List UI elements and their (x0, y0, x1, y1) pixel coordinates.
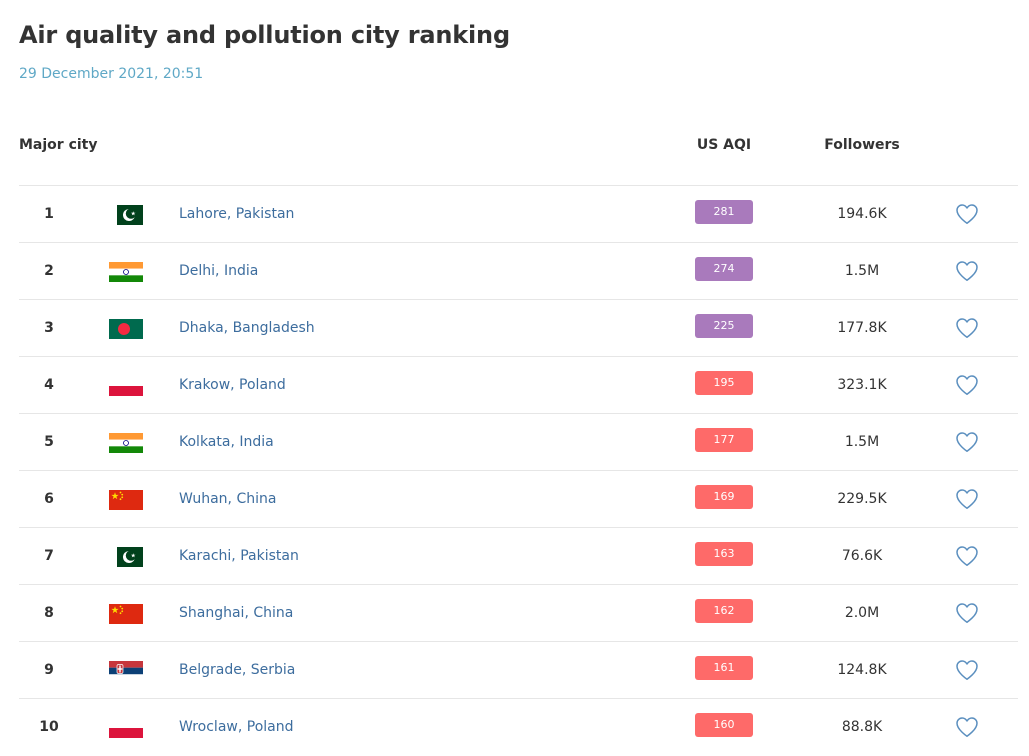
poland-flag-icon (109, 718, 143, 738)
china-flag-icon (109, 604, 143, 624)
heart-icon[interactable] (955, 260, 979, 282)
rank-number: 10 (39, 719, 59, 735)
heart-icon[interactable] (955, 374, 979, 396)
column-header-us-aqi: US AQI (696, 137, 752, 153)
serbia-flag-icon (109, 661, 143, 681)
heart-icon[interactable] (955, 545, 979, 567)
table-row[interactable]: 3 Dhaka, Bangladesh 225 177.8K (19, 299, 1018, 356)
aqi-badge: 225 (695, 314, 753, 338)
heart-icon[interactable] (955, 488, 979, 510)
india-flag-icon (109, 433, 143, 453)
rank-number: 1 (44, 206, 54, 222)
city-link[interactable]: Dhaka, Bangladesh (179, 300, 315, 356)
city-link[interactable]: Kolkata, India (179, 414, 274, 470)
city-link[interactable]: Wroclaw, Poland (179, 699, 293, 755)
aqi-badge: 160 (695, 713, 753, 737)
table-row[interactable]: 5 Kolkata, India 177 1.5M (19, 413, 1018, 470)
city-link[interactable]: Shanghai, China (179, 585, 293, 641)
rank-number: 7 (44, 548, 54, 564)
table-row[interactable]: 2 Delhi, India 274 1.5M (19, 242, 1018, 299)
aqi-badge: 195 (695, 371, 753, 395)
table-row[interactable]: 1 Lahore, Pakistan 281 194.6K (19, 185, 1018, 242)
aqi-badge: 162 (695, 599, 753, 623)
followers-count: 124.8K (837, 662, 887, 678)
table-row[interactable]: 10 Wroclaw, Poland 160 88.8K (19, 698, 1018, 755)
poland-flag-icon (109, 376, 143, 396)
followers-count: 1.5M (844, 263, 880, 279)
table-row[interactable]: 9 Belgrade, Serbia 161 124.8K (19, 641, 1018, 698)
followers-count: 88.8K (841, 719, 883, 735)
city-link[interactable]: Krakow, Poland (179, 357, 286, 413)
rank-number: 6 (44, 491, 54, 507)
page-title: Air quality and pollution city ranking (19, 21, 510, 49)
aqi-badge: 169 (695, 485, 753, 509)
aqi-badge: 281 (695, 200, 753, 224)
ranking-list: 1 Lahore, Pakistan 281 194.6K 2 Delhi, India 2… (19, 185, 1018, 755)
india-flag-icon (109, 262, 143, 282)
followers-count: 229.5K (837, 491, 887, 507)
rank-number: 2 (44, 263, 54, 279)
pakistan-flag-icon (109, 547, 143, 567)
column-header-followers: Followers (824, 137, 900, 153)
column-header-major-city: Major city (19, 137, 98, 153)
aqi-badge: 163 (695, 542, 753, 566)
followers-count: 194.6K (837, 206, 887, 222)
heart-icon[interactable] (955, 203, 979, 225)
city-link[interactable]: Wuhan, China (179, 471, 276, 527)
rank-number: 3 (44, 320, 54, 336)
table-row[interactable]: 8 Shanghai, China 162 2.0M (19, 584, 1018, 641)
heart-icon[interactable] (955, 659, 979, 681)
followers-count: 1.5M (844, 434, 880, 450)
followers-count: 2.0M (844, 605, 880, 621)
aqi-badge: 161 (695, 656, 753, 680)
followers-count: 76.6K (841, 548, 883, 564)
city-link[interactable]: Karachi, Pakistan (179, 528, 299, 584)
city-link[interactable]: Lahore, Pakistan (179, 186, 294, 242)
heart-icon[interactable] (955, 716, 979, 738)
table-row[interactable]: 6 Wuhan, China 169 229.5K (19, 470, 1018, 527)
city-link[interactable]: Delhi, India (179, 243, 258, 299)
rank-number: 9 (44, 662, 54, 678)
table-row[interactable]: 4 Krakow, Poland 195 323.1K (19, 356, 1018, 413)
heart-icon[interactable] (955, 317, 979, 339)
table-row[interactable]: 7 Karachi, Pakistan 163 76.6K (19, 527, 1018, 584)
aqi-badge: 274 (695, 257, 753, 281)
aqi-badge: 177 (695, 428, 753, 452)
china-flag-icon (109, 490, 143, 510)
pakistan-flag-icon (109, 205, 143, 225)
rank-number: 5 (44, 434, 54, 450)
heart-icon[interactable] (955, 602, 979, 624)
heart-icon[interactable] (955, 431, 979, 453)
followers-count: 177.8K (837, 320, 887, 336)
rank-number: 4 (44, 377, 54, 393)
update-timestamp: 29 December 2021, 20:51 (19, 66, 204, 82)
followers-count: 323.1K (837, 377, 887, 393)
rank-number: 8 (44, 605, 54, 621)
bangladesh-flag-icon (109, 319, 143, 339)
city-link[interactable]: Belgrade, Serbia (179, 642, 295, 698)
